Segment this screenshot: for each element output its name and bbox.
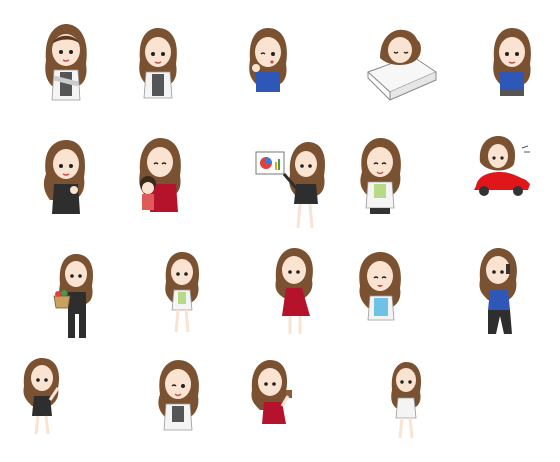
sticker-16[interactable] <box>0 350 112 462</box>
sticker-9[interactable] <box>324 128 436 240</box>
girl-hugging-child-icon <box>139 138 181 212</box>
girl-red-car-icon <box>474 136 530 196</box>
sticker-10[interactable] <box>448 128 560 240</box>
girl-standing-small-2-icon <box>391 362 422 439</box>
sticker-15[interactable] <box>446 240 558 352</box>
sticker-7[interactable] <box>102 128 214 240</box>
sticker-19[interactable] <box>350 350 462 462</box>
sticker-14[interactable] <box>326 240 438 352</box>
girl-laughing-icon <box>359 252 401 321</box>
sticker-5[interactable] <box>456 14 560 126</box>
sticker-11[interactable] <box>20 240 132 352</box>
girl-thinking-icon <box>249 28 287 92</box>
girl-smiling-icon <box>360 138 401 214</box>
sticker-18[interactable] <box>226 350 338 462</box>
girl-standing-small-icon <box>165 252 200 333</box>
sticker-17[interactable] <box>122 350 234 462</box>
girl-standing-icon <box>139 28 177 99</box>
girl-blue-top-icon <box>493 28 531 96</box>
sticker-4[interactable] <box>350 14 462 126</box>
girl-wink-icon <box>158 360 199 431</box>
girl-waving-icon <box>23 358 60 435</box>
sticker-grid <box>0 0 560 448</box>
girl-sleeping-pillow-icon <box>367 29 438 101</box>
sticker-12[interactable] <box>126 240 238 352</box>
girl-vegetable-basket-icon <box>53 254 94 338</box>
girl-phone-call-icon <box>479 248 517 334</box>
girl-drinking-icon <box>251 360 292 424</box>
sticker-2[interactable] <box>102 14 214 126</box>
sticker-3[interactable] <box>212 14 324 126</box>
